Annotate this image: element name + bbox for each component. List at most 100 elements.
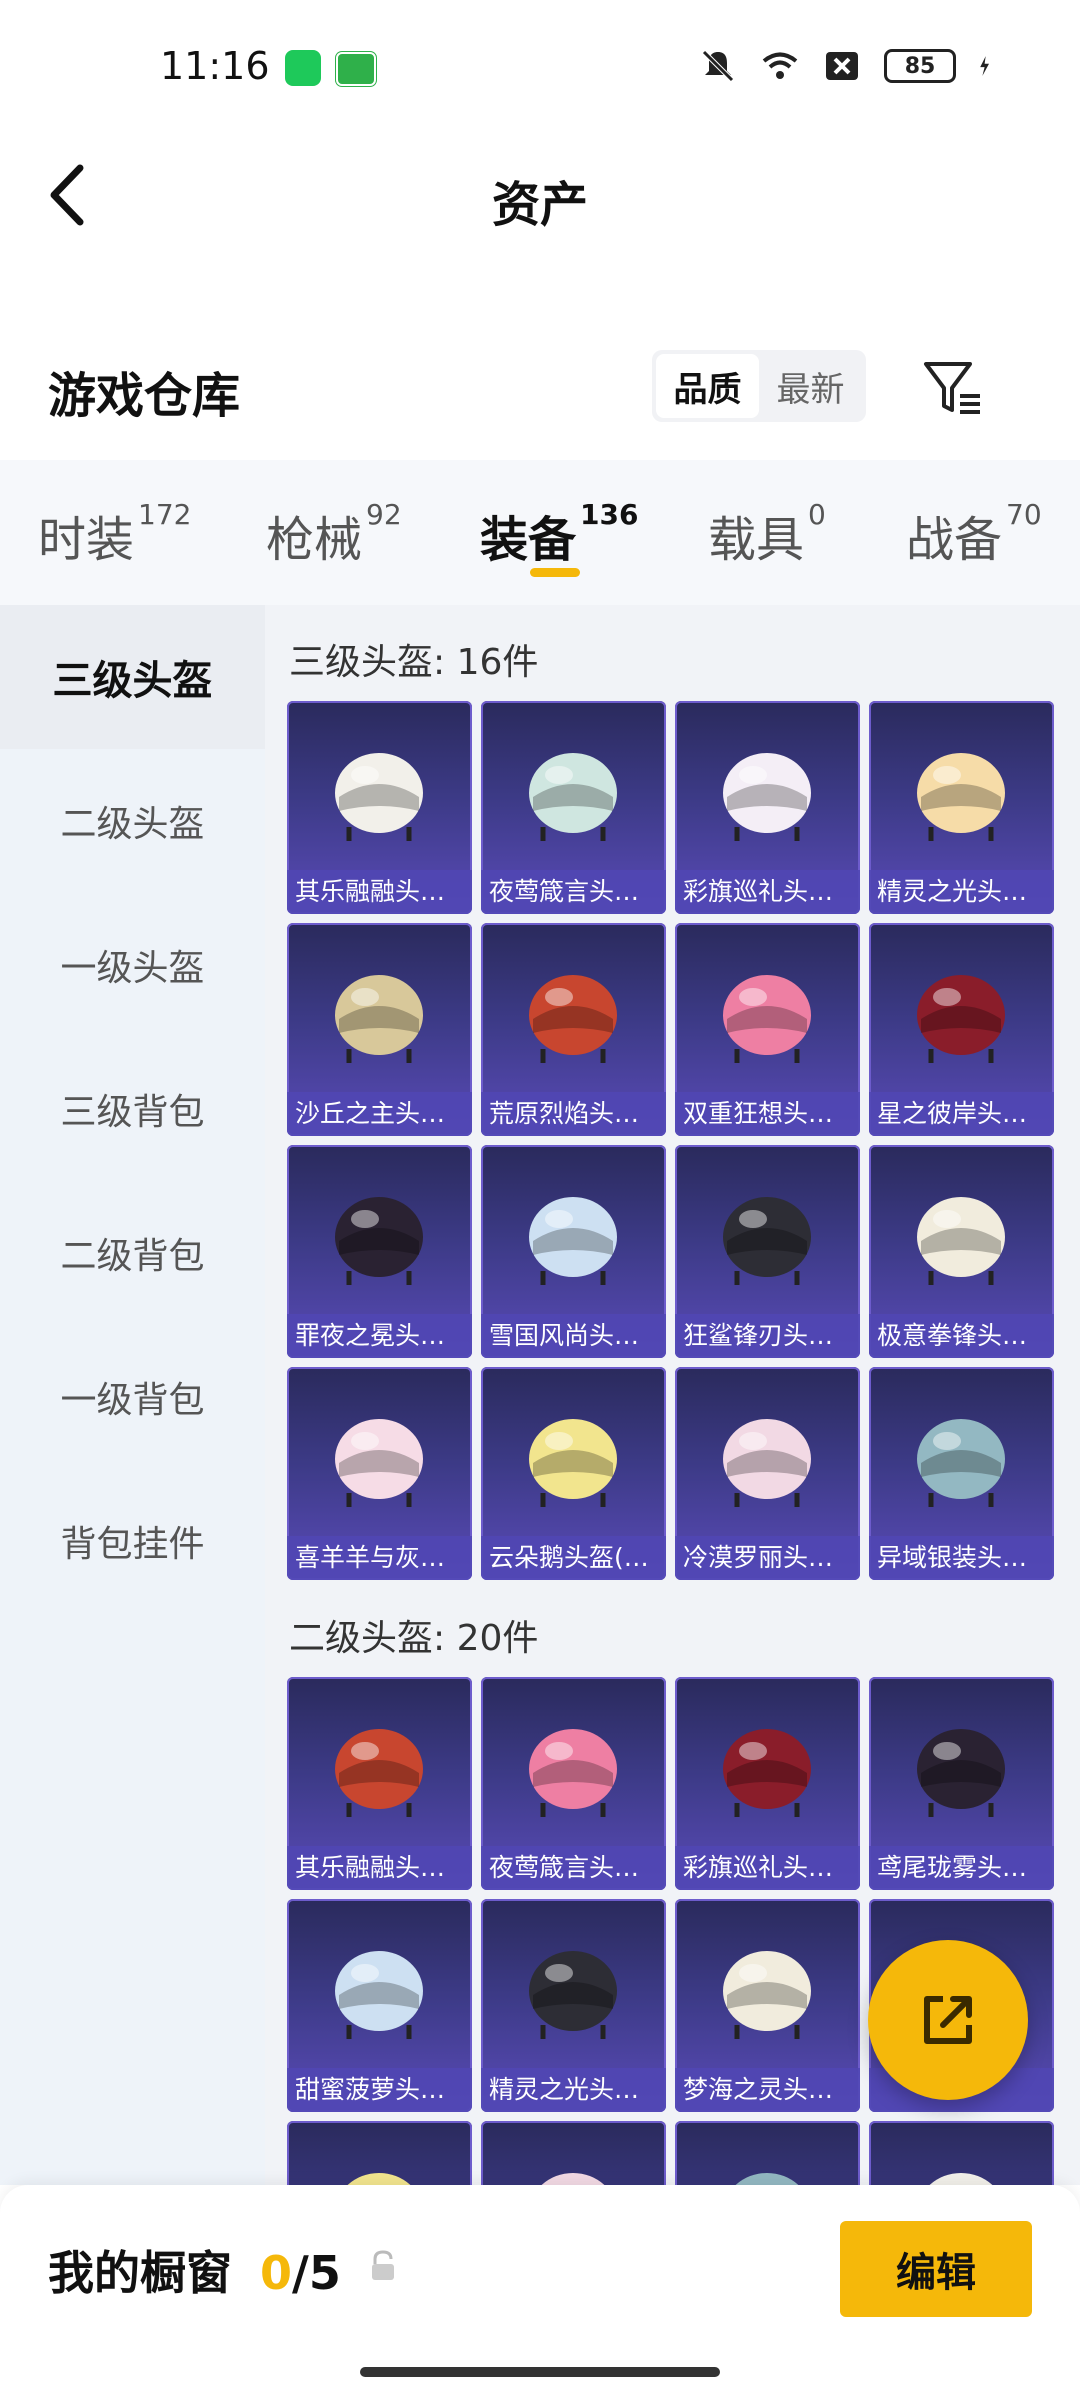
tab-count: 136	[580, 498, 639, 531]
helmet-icon	[529, 1419, 617, 1507]
tab-count: 70	[1006, 498, 1042, 531]
charging-icon	[980, 56, 989, 76]
helmet-icon	[723, 975, 811, 1063]
showcase-count: 0/5	[260, 2246, 341, 2300]
sidebar-item-level1-helmet[interactable]: 一级头盔	[0, 893, 265, 1037]
item-name: 彩旗巡礼头盔...	[675, 1846, 860, 1890]
sort-quality-option[interactable]: 品质	[656, 354, 759, 418]
helmet-icon	[335, 1729, 423, 1817]
tab-supplies[interactable]: 战备 70	[906, 498, 1042, 570]
sidebar-item-level2-backpack[interactable]: 二级背包	[0, 1181, 265, 1325]
item-card[interactable]: 云朵鹅头盔(3...	[481, 1367, 666, 1580]
page-title: 资产	[491, 177, 588, 233]
item-card[interactable]: 狂鲨锋刃头盔...	[675, 1145, 860, 1358]
app-notification-icon-2	[336, 52, 376, 86]
app-notification-icon	[285, 50, 321, 86]
helmet-icon	[529, 1729, 617, 1817]
item-card[interactable]: 极意拳锋头盔...	[869, 1145, 1054, 1358]
helmet-icon	[335, 1419, 423, 1507]
helmet-icon	[723, 1197, 811, 1285]
helmet-icon	[529, 753, 617, 841]
helmet-icon	[529, 975, 617, 1063]
warehouse-title: 游戏仓库	[48, 368, 241, 424]
sidebar-item-backpack-charm[interactable]: 背包挂件	[0, 1469, 265, 1613]
edit-button[interactable]: 编辑	[840, 2221, 1032, 2317]
item-name: 罪夜之冕头盔...	[287, 1314, 472, 1358]
item-name: 狂鲨锋刃头盔...	[675, 1314, 860, 1358]
item-grid: 其乐融融头盔... 夜莺箴言头盔... 彩旗巡礼头盔... 精灵之光头盔... 沙丘之主…	[287, 701, 1054, 1580]
item-card[interactable]: 彩旗巡礼头盔...	[675, 701, 860, 914]
lock-icon	[372, 2250, 394, 2280]
sort-newest-option[interactable]: 最新	[759, 354, 862, 418]
showcase-label: 我的橱窗	[48, 2246, 232, 2300]
tab-fashion[interactable]: 时装 172	[38, 498, 191, 570]
tab-count: 0	[808, 498, 826, 531]
helmet-icon	[917, 975, 1005, 1063]
helmet-icon	[335, 1197, 423, 1285]
item-card[interactable]: 冷漠罗丽头盔...	[675, 1367, 860, 1580]
share-button[interactable]	[868, 1940, 1028, 2100]
item-name: 雪国风尚头盔...	[481, 1314, 666, 1358]
item-card[interactable]: 鸢尾珑雾头盔...	[869, 1677, 1054, 1890]
category-tabs: 时装 172 枪械 92 装备 136 载具 0 战备 70	[0, 460, 1080, 605]
item-card[interactable]: 荒原烈焰头盔...	[481, 923, 666, 1136]
status-time: 11:16	[160, 44, 270, 88]
item-card[interactable]: 夜莺箴言头盔...	[481, 1677, 666, 1890]
item-card[interactable]: 其乐融融头盔...	[287, 1677, 472, 1890]
item-card[interactable]: 梦海之灵头盔...	[675, 1899, 860, 2112]
mute-icon	[702, 50, 734, 82]
wifi-icon	[762, 52, 798, 79]
helmet-icon	[529, 1951, 617, 2039]
helmet-icon	[917, 1197, 1005, 1285]
helmet-icon	[723, 1951, 811, 2039]
item-name: 夜莺箴言头盔...	[481, 870, 666, 914]
sidebar-item-level1-backpack[interactable]: 一级背包	[0, 1325, 265, 1469]
tab-label: 载具	[708, 512, 805, 568]
tab-label: 时装	[38, 512, 135, 568]
item-card[interactable]: 精灵之光头盔...	[481, 1899, 666, 2112]
tab-count: 92	[366, 498, 402, 531]
helmet-icon	[529, 1197, 617, 1285]
showcase-total: /5	[292, 2246, 341, 2300]
item-name: 极意拳锋头盔...	[869, 1314, 1054, 1358]
tab-vehicles[interactable]: 载具 0	[708, 498, 826, 570]
item-card[interactable]: 罪夜之冕头盔...	[287, 1145, 472, 1358]
item-name: 彩旗巡礼头盔...	[675, 870, 860, 914]
item-card[interactable]	[675, 2121, 860, 2185]
helmet-icon	[929, 2173, 993, 2185]
item-card[interactable]: 其乐融融头盔...	[287, 701, 472, 914]
helmet-icon	[723, 1729, 811, 1817]
home-indicator[interactable]	[360, 2367, 720, 2377]
item-card[interactable]	[481, 2121, 666, 2185]
helmet-icon	[917, 1729, 1005, 1817]
page-header: 资产	[0, 130, 1080, 260]
item-card[interactable]: 星之彼岸头盔...	[869, 923, 1054, 1136]
filter-icon[interactable]	[920, 354, 986, 420]
sidebar-item-level2-helmet[interactable]: 二级头盔	[0, 749, 265, 893]
item-grid: 其乐融融头盔... 夜莺箴言头盔... 彩旗巡礼头盔... 鸢尾珑雾头盔... 甜蜜菠萝…	[287, 1677, 1054, 2185]
tab-equipment[interactable]: 装备 136	[480, 498, 639, 570]
item-card[interactable]: 喜羊羊与灰太...	[287, 1367, 472, 1580]
tab-label: 枪械	[266, 512, 363, 568]
sidebar-item-level3-helmet[interactable]: 三级头盔	[0, 605, 265, 749]
item-card[interactable]: 双重狂想头盔...	[675, 923, 860, 1136]
item-card[interactable]: 彩旗巡礼头盔...	[675, 1677, 860, 1890]
item-card[interactable]	[869, 2121, 1054, 2185]
tab-weapons[interactable]: 枪械 92	[266, 498, 402, 570]
helmet-icon	[335, 975, 423, 1063]
item-card[interactable]: 异域银装头盔...	[869, 1367, 1054, 1580]
share-icon	[924, 1996, 972, 2044]
item-card[interactable]: 甜蜜菠萝头盔...	[287, 1899, 472, 2112]
item-card[interactable]	[287, 2121, 472, 2185]
helmet-icon	[917, 1419, 1005, 1507]
helmet-icon	[735, 2173, 799, 2185]
showcase-used: 0	[260, 2246, 293, 2300]
item-card[interactable]: 精灵之光头盔...	[869, 701, 1054, 914]
item-card[interactable]: 沙丘之主头盔...	[287, 923, 472, 1136]
sidebar-item-level3-backpack[interactable]: 三级背包	[0, 1037, 265, 1181]
item-card[interactable]: 夜莺箴言头盔...	[481, 701, 666, 914]
item-name: 喜羊羊与灰太...	[287, 1536, 472, 1580]
helmet-icon	[347, 2173, 411, 2185]
item-name: 精灵之光头盔...	[869, 870, 1054, 914]
item-card[interactable]: 雪国风尚头盔...	[481, 1145, 666, 1358]
